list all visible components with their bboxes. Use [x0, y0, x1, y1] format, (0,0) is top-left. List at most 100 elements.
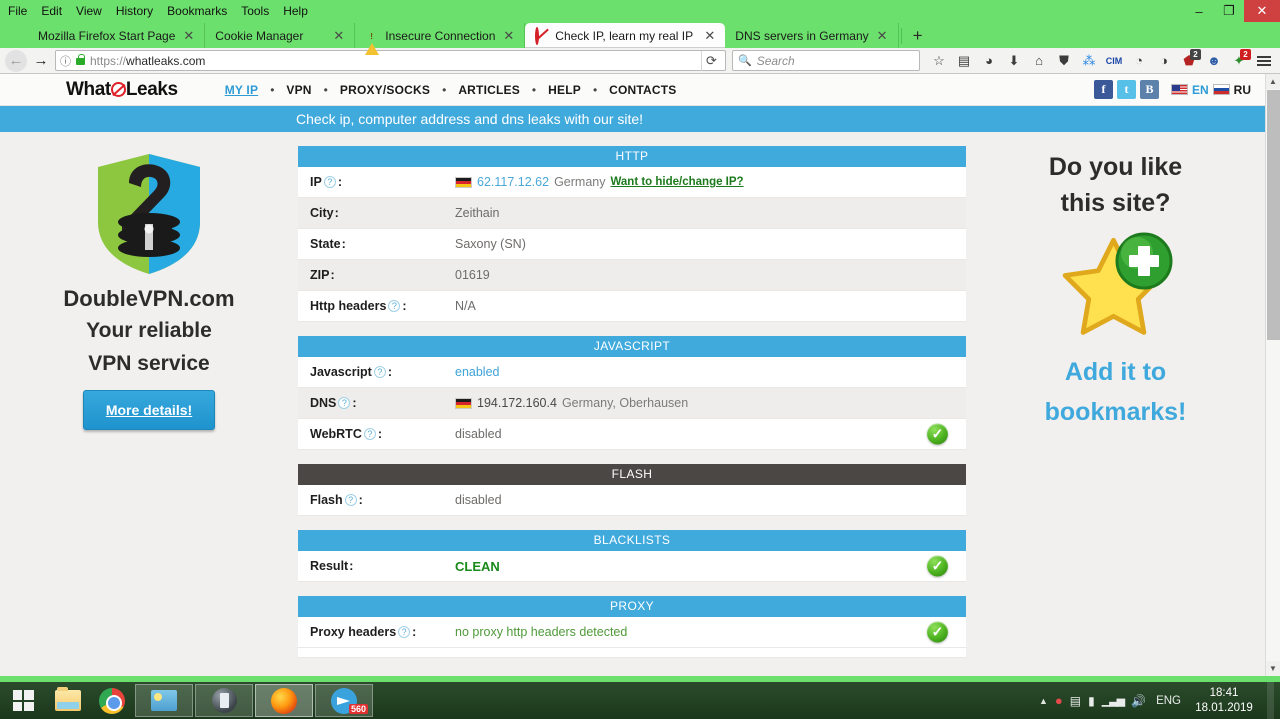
- more-details-button[interactable]: More details!: [82, 390, 216, 431]
- row-label-text: State: [310, 237, 341, 251]
- scroll-down-icon[interactable]: ▼: [1266, 661, 1280, 676]
- tab-cookie-manager[interactable]: Cookie Manager ✕: [205, 23, 356, 48]
- antivirus-tray-icon[interactable]: ●: [1055, 693, 1063, 708]
- windows-start-icon[interactable]: [0, 682, 46, 719]
- scrollbar-thumb[interactable]: [1267, 90, 1280, 340]
- minimize-button[interactable]: –: [1184, 0, 1214, 22]
- language-en[interactable]: EN: [1170, 83, 1209, 97]
- show-hidden-icons[interactable]: ▲: [1039, 696, 1048, 706]
- row-value-result: CLEAN: [455, 559, 500, 574]
- proxy-status: no proxy http headers detected: [455, 625, 628, 639]
- taskbar-file-explorer[interactable]: [47, 684, 89, 717]
- address-bar[interactable]: ⓘ https://whatleaks.com ⟳: [55, 50, 726, 71]
- restore-button[interactable]: ❐: [1214, 0, 1244, 22]
- windows-taskbar: 560 ▲ ● ▤ ▮ ▁▃▅ 🔊 ENG 18:41 18.01.2019: [0, 682, 1280, 719]
- usb-device-icon[interactable]: ▮: [1088, 694, 1095, 708]
- nav-item-articles[interactable]: ARTICLES: [455, 83, 523, 97]
- menu-help[interactable]: Help: [283, 5, 308, 17]
- downloads-icon[interactable]: ⬇: [1003, 50, 1025, 72]
- volume-icon[interactable]: 🔊: [1131, 694, 1146, 708]
- status-ok-icon: [927, 555, 948, 577]
- signal-icon[interactable]: ▁▃▅: [1102, 694, 1125, 707]
- tab-close-icon[interactable]: ✕: [331, 29, 346, 42]
- adblock-icon[interactable]: ✦ 2: [1228, 48, 1251, 72]
- help-icon[interactable]: ?: [388, 300, 401, 312]
- menu-view[interactable]: View: [76, 5, 102, 17]
- help-icon[interactable]: ?: [398, 626, 411, 638]
- taskbar-clock[interactable]: 18:41 18.01.2019: [1188, 686, 1260, 715]
- facebook-icon[interactable]: f: [1093, 80, 1113, 99]
- tab-check-ip[interactable]: Check IP, learn my real IP co ✕: [525, 23, 726, 48]
- account-icon[interactable]: ◕: [978, 50, 1000, 72]
- taskbar-telegram[interactable]: 560: [315, 684, 373, 717]
- language-indicator[interactable]: ENG: [1156, 695, 1181, 707]
- menu-bookmarks[interactable]: Bookmarks: [167, 5, 227, 17]
- hide-change-ip-link[interactable]: Want to hide/change IP?: [610, 176, 743, 188]
- tab-close-icon[interactable]: ✕: [702, 29, 717, 42]
- help-icon[interactable]: ?: [338, 397, 351, 409]
- site-logo[interactable]: What Leaks: [66, 79, 178, 101]
- search-input[interactable]: 🔍 Search: [732, 50, 920, 71]
- show-desktop-button[interactable]: [1267, 682, 1274, 719]
- menu-history[interactable]: History: [116, 5, 153, 17]
- taskbar-chrome[interactable]: [91, 684, 133, 717]
- nav-item-vpn[interactable]: VPN: [283, 83, 314, 97]
- taskbar-widget-app[interactable]: [135, 684, 193, 717]
- site-info-icon[interactable]: ⓘ: [60, 53, 71, 69]
- webcam-guard-icon[interactable]: ☻: [1203, 50, 1225, 72]
- bookmark-promo-link2[interactable]: bookmarks!: [966, 395, 1265, 431]
- help-icon[interactable]: ?: [323, 176, 336, 188]
- menu-edit[interactable]: Edit: [41, 5, 62, 17]
- nav-item-proxy-socks[interactable]: PROXY/SOCKS: [337, 83, 433, 97]
- javascript-status-link[interactable]: enabled: [455, 365, 500, 379]
- dark-app-icon: [211, 688, 237, 713]
- section-blacklists-title: BLACKLISTS: [298, 530, 966, 551]
- back-button[interactable]: ←: [5, 49, 27, 72]
- help-icon[interactable]: ?: [363, 428, 376, 440]
- tab-dns-servers-in-germany[interactable]: DNS servers in Germany ✕: [725, 23, 899, 48]
- content-columns: DoubleVPN.com Your reliable VPN service …: [0, 132, 1265, 672]
- help-icon[interactable]: ?: [373, 366, 386, 378]
- help-icon[interactable]: ?: [344, 494, 357, 506]
- tab-insecure-connection[interactable]: Insecure Connection ✕: [355, 23, 526, 55]
- share-icon[interactable]: ⁂: [1078, 50, 1100, 72]
- tab-close-icon[interactable]: ✕: [501, 29, 516, 42]
- ghostery-icon[interactable]: ◔: [1128, 50, 1150, 72]
- tab-close-icon[interactable]: ✕: [875, 29, 890, 42]
- taskbar-firefox[interactable]: [255, 684, 313, 717]
- close-button[interactable]: ✕: [1244, 0, 1280, 22]
- taskbar-dark-app[interactable]: [195, 684, 253, 717]
- reader-list-icon[interactable]: ▤: [953, 50, 975, 72]
- hamburger-menu-icon[interactable]: [1253, 50, 1275, 72]
- ip-country: Germany: [554, 175, 606, 189]
- menu-file[interactable]: File: [8, 5, 27, 17]
- nav-item-contacts[interactable]: CONTACTS: [606, 83, 679, 97]
- bookmark-promo-link1[interactable]: Add it to: [966, 355, 1265, 391]
- tab-close-icon[interactable]: ✕: [181, 29, 196, 42]
- shield-icon[interactable]: ⛊: [1053, 50, 1075, 72]
- page-content: What Leaks MY IP • VPN • PROXY/SOCKS • AR…: [0, 74, 1265, 676]
- cim-extension-icon[interactable]: CIM: [1103, 50, 1125, 72]
- nav-separator: •: [323, 82, 328, 97]
- language-ru[interactable]: RU: [1212, 83, 1251, 97]
- reload-icon[interactable]: ⟳: [701, 50, 721, 71]
- page-scrollbar[interactable]: ▲ ▼: [1265, 74, 1280, 676]
- nav-item-help[interactable]: HELP: [545, 83, 584, 97]
- ublock-origin-icon[interactable]: ⬟ 2: [1178, 48, 1201, 72]
- vk-icon[interactable]: B: [1139, 80, 1159, 99]
- no-entry-icon: [110, 82, 126, 97]
- twitter-icon[interactable]: t: [1116, 80, 1136, 99]
- forward-button[interactable]: →: [30, 50, 52, 72]
- menu-tools[interactable]: Tools: [241, 5, 269, 17]
- bookmark-star-icon[interactable]: ☆: [928, 50, 950, 72]
- network-error-icon[interactable]: ▤: [1070, 694, 1081, 708]
- nav-item-my-ip[interactable]: MY IP: [222, 83, 261, 97]
- scroll-up-icon[interactable]: ▲: [1266, 74, 1280, 89]
- row-label-city: City:: [310, 206, 339, 220]
- new-tab-button[interactable]: +: [904, 23, 932, 48]
- tab-mozilla-firefox-start-page[interactable]: Mozilla Firefox Start Page ✕: [8, 23, 206, 48]
- privacy-badger-icon[interactable]: ◑: [1153, 50, 1175, 72]
- row-label-text: ZIP: [310, 268, 330, 282]
- row-label-zip: ZIP:: [310, 268, 335, 282]
- home-icon[interactable]: ⌂: [1028, 50, 1050, 72]
